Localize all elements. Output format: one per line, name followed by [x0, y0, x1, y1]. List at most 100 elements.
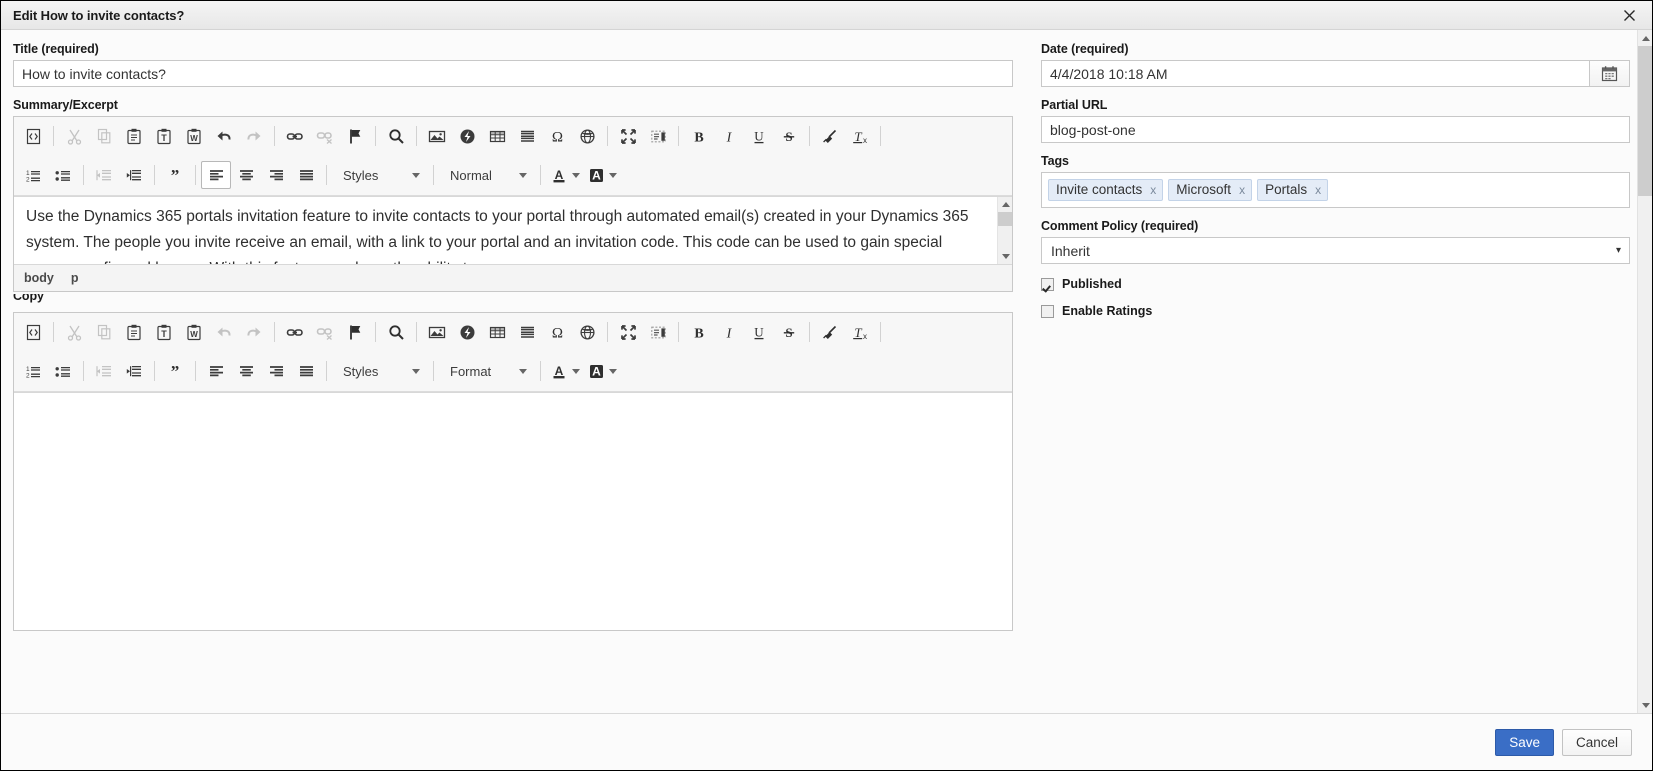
italic-icon[interactable]: I	[714, 122, 744, 150]
summary-scrollbar[interactable]	[997, 197, 1012, 264]
background-color-icon[interactable]: A	[583, 161, 620, 189]
copy-icon[interactable]	[89, 122, 119, 150]
text-color-icon[interactable]: A	[546, 161, 583, 189]
scroll-thumb[interactable]	[998, 212, 1012, 226]
cut-icon[interactable]	[59, 318, 89, 346]
path-item-p[interactable]: p	[71, 271, 79, 285]
anchor-flag-icon[interactable]	[340, 122, 370, 150]
source-icon[interactable]	[18, 318, 48, 346]
scroll-up-icon[interactable]	[998, 197, 1012, 212]
link-icon[interactable]	[280, 122, 310, 150]
bulleted-list-icon[interactable]	[48, 161, 78, 189]
horizontal-rule-icon[interactable]	[512, 318, 542, 346]
strikethrough-icon[interactable]: S	[774, 318, 804, 346]
show-blocks-icon[interactable]	[643, 122, 673, 150]
enable-ratings-row[interactable]: Enable Ratings	[1041, 304, 1630, 318]
partial-url-input[interactable]	[1041, 116, 1630, 143]
paste-icon[interactable]	[119, 122, 149, 150]
comment-policy-select[interactable]: Inherit ▾	[1041, 237, 1630, 264]
iframe-icon[interactable]	[572, 318, 602, 346]
align-right-icon[interactable]	[261, 161, 291, 189]
paste-from-word-icon[interactable]: W	[179, 122, 209, 150]
undo-icon[interactable]	[209, 318, 239, 346]
cancel-button[interactable]: Cancel	[1561, 728, 1632, 756]
align-left-icon[interactable]	[201, 357, 231, 385]
image-icon[interactable]	[422, 122, 452, 150]
link-icon[interactable]	[280, 318, 310, 346]
horizontal-rule-icon[interactable]	[512, 122, 542, 150]
show-blocks-icon[interactable]	[643, 318, 673, 346]
special-char-icon[interactable]: Ω	[542, 318, 572, 346]
paste-as-text-icon[interactable]: T	[149, 318, 179, 346]
remove-tag-icon[interactable]: x	[1150, 183, 1156, 197]
calendar-icon[interactable]	[1589, 60, 1630, 87]
italic-icon[interactable]: I	[714, 318, 744, 346]
indent-icon[interactable]	[119, 161, 149, 189]
maximize-icon[interactable]	[613, 122, 643, 150]
find-icon[interactable]	[381, 318, 411, 346]
path-item-body[interactable]: body	[24, 271, 54, 285]
align-justify-icon[interactable]	[291, 161, 321, 189]
blockquote-icon[interactable]: ”	[160, 161, 190, 189]
title-input[interactable]	[13, 60, 1013, 87]
bold-icon[interactable]: B	[684, 318, 714, 346]
unlink-icon[interactable]	[310, 318, 340, 346]
text-color-icon[interactable]: A	[546, 357, 583, 385]
published-row[interactable]: Published	[1041, 277, 1630, 291]
clear-text-format-icon[interactable]: Tx	[845, 122, 875, 150]
background-color-icon[interactable]: A	[583, 357, 620, 385]
save-button[interactable]: Save	[1495, 728, 1554, 756]
enable-ratings-checkbox[interactable]	[1041, 304, 1054, 318]
align-center-icon[interactable]	[231, 357, 261, 385]
bold-icon[interactable]: B	[684, 122, 714, 150]
close-icon[interactable]	[1606, 1, 1652, 29]
summary-edit-area[interactable]: Use the Dynamics 365 portals invitation …	[14, 196, 1012, 264]
scroll-down-icon[interactable]	[998, 249, 1012, 264]
remove-format-icon[interactable]	[815, 318, 845, 346]
table-icon[interactable]	[482, 318, 512, 346]
image-icon[interactable]	[422, 318, 452, 346]
redo-icon[interactable]	[239, 318, 269, 346]
dialog-scrollbar[interactable]	[1637, 30, 1652, 713]
remove-tag-icon[interactable]: x	[1315, 183, 1321, 197]
flash-icon[interactable]	[452, 318, 482, 346]
anchor-flag-icon[interactable]	[340, 318, 370, 346]
scroll-thumb[interactable]	[1638, 46, 1652, 196]
date-input[interactable]	[1041, 60, 1590, 87]
iframe-icon[interactable]	[572, 122, 602, 150]
special-char-icon[interactable]: Ω	[542, 122, 572, 150]
find-icon[interactable]	[381, 122, 411, 150]
underline-icon[interactable]: U	[744, 318, 774, 346]
format-combo[interactable]: Format	[441, 358, 533, 384]
remove-format-icon[interactable]	[815, 122, 845, 150]
copy-edit-area[interactable]	[14, 392, 1012, 630]
outdent-icon[interactable]	[89, 161, 119, 189]
underline-icon[interactable]: U	[744, 122, 774, 150]
blockquote-icon[interactable]: ”	[160, 357, 190, 385]
flash-icon[interactable]	[452, 122, 482, 150]
paste-from-word-icon[interactable]: W	[179, 318, 209, 346]
unlink-icon[interactable]	[310, 122, 340, 150]
clear-text-format-icon[interactable]: Tx	[845, 318, 875, 346]
redo-icon[interactable]	[239, 122, 269, 150]
align-center-icon[interactable]	[231, 161, 261, 189]
copy-icon[interactable]	[89, 318, 119, 346]
indent-icon[interactable]	[119, 357, 149, 385]
align-justify-icon[interactable]	[291, 357, 321, 385]
outdent-icon[interactable]	[89, 357, 119, 385]
paste-as-text-icon[interactable]: T	[149, 122, 179, 150]
table-icon[interactable]	[482, 122, 512, 150]
cut-icon[interactable]	[59, 122, 89, 150]
styles-combo[interactable]: Styles	[334, 358, 426, 384]
numbered-list-icon[interactable]: 12	[18, 357, 48, 385]
paste-icon[interactable]	[119, 318, 149, 346]
align-right-icon[interactable]	[261, 357, 291, 385]
source-icon[interactable]	[18, 122, 48, 150]
published-checkbox[interactable]	[1041, 277, 1054, 291]
align-left-icon[interactable]	[201, 161, 231, 189]
strikethrough-icon[interactable]: S	[774, 122, 804, 150]
numbered-list-icon[interactable]: 12	[18, 161, 48, 189]
scroll-down-icon[interactable]	[1638, 697, 1652, 713]
remove-tag-icon[interactable]: x	[1239, 183, 1245, 197]
styles-combo[interactable]: Styles	[334, 162, 426, 188]
